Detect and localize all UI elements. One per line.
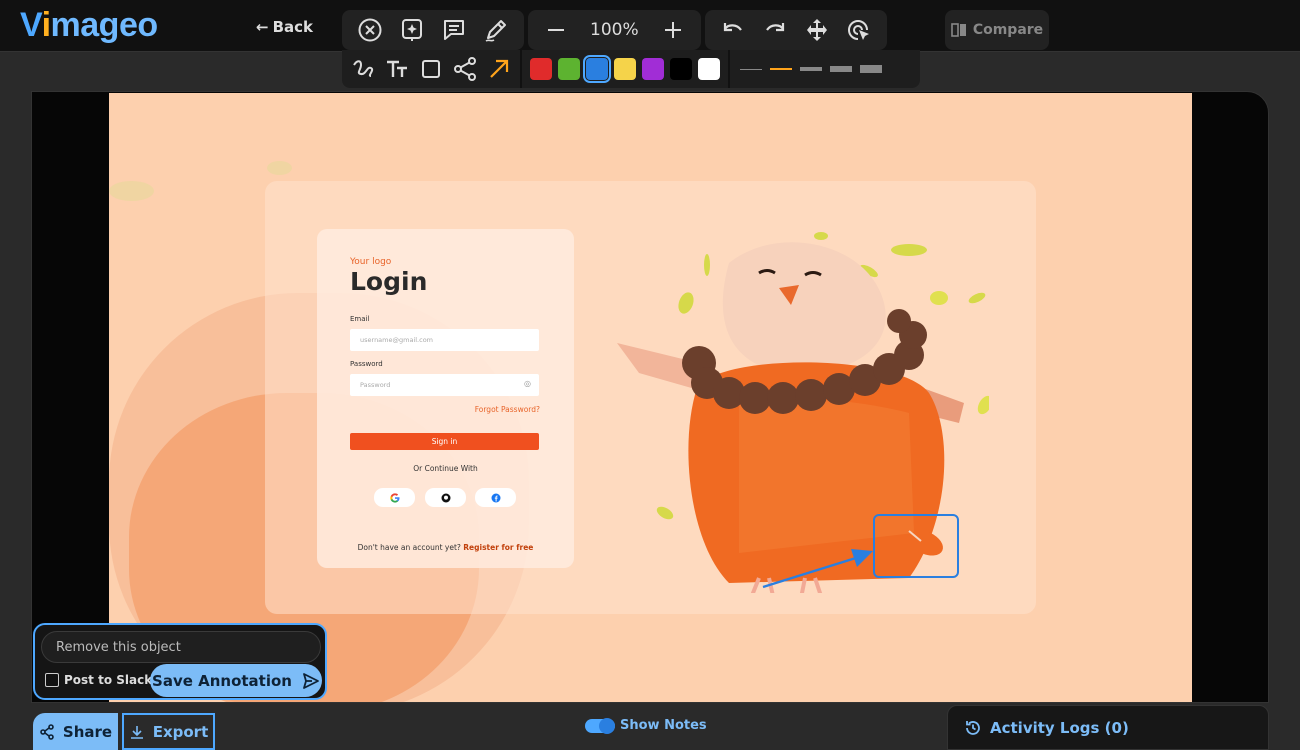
email-field: username@gmail.com (350, 329, 539, 351)
annotation-toolbar: 100% (342, 10, 887, 50)
password-field: Password ◎ (350, 374, 539, 396)
checkbox[interactable] (45, 673, 59, 687)
magic-add-icon[interactable] (394, 12, 430, 48)
compare-icon (951, 23, 966, 37)
app-logo[interactable]: Vimageo (20, 6, 158, 45)
stroke-width-option[interactable] (800, 67, 822, 71)
stroke-width-option[interactable] (740, 68, 762, 70)
color-swatches (522, 50, 730, 88)
screenshot-image: Your logo Login Email username@gmail.com… (109, 93, 1192, 702)
stroke-width-option[interactable] (860, 65, 882, 73)
color-swatch[interactable] (530, 58, 552, 80)
annotated-object (908, 530, 943, 556)
note-panel: Remove this object Post to Slack Save An… (33, 623, 327, 700)
history-icon (966, 720, 980, 735)
color-swatch[interactable] (698, 58, 720, 80)
arrow-icon[interactable] (484, 51, 514, 87)
password-label: Password (350, 360, 383, 368)
facebook-button (475, 488, 516, 507)
color-swatch[interactable] (642, 58, 664, 80)
zoom-in-button[interactable] (655, 12, 691, 48)
save-annotation-button[interactable]: Save Annotation (150, 664, 322, 697)
share-button[interactable]: Share (33, 713, 118, 750)
export-button[interactable]: Export (122, 713, 215, 750)
activity-logs-button[interactable]: Activity Logs (0) (947, 705, 1269, 750)
history-group (704, 10, 887, 50)
email-label: Email (350, 315, 370, 323)
arrow-left-icon: ← (256, 18, 269, 36)
or-continue-text: Or Continue With (413, 464, 478, 473)
share-icon (40, 723, 54, 740)
download-icon (130, 725, 143, 739)
show-notes-toggle[interactable]: Show Notes (585, 717, 707, 734)
stroke-width-options (730, 65, 882, 73)
login-title: Login (350, 267, 428, 296)
forgot-password-link: Forgot Password? (474, 405, 540, 414)
google-button (374, 488, 415, 507)
signin-button: Sign in (350, 433, 539, 450)
color-swatch[interactable] (670, 58, 692, 80)
stroke-width-option[interactable] (830, 66, 852, 72)
connector-icon[interactable] (450, 51, 480, 87)
google-icon (389, 492, 399, 503)
text-icon[interactable] (382, 51, 412, 87)
your-logo-text: Your logo (350, 257, 392, 267)
background-leaf (267, 161, 292, 175)
compare-button[interactable]: Compare (945, 10, 1049, 50)
note-input[interactable]: Remove this object (41, 631, 321, 663)
color-swatch[interactable] (583, 55, 611, 83)
register-text: Don't have an account yet? Register for … (357, 543, 534, 552)
rectangle-icon[interactable] (416, 51, 446, 87)
back-button[interactable]: ← Back (256, 18, 313, 36)
undo-icon[interactable] (715, 12, 751, 48)
post-to-slack-checkbox[interactable]: Post to Slack (45, 673, 152, 687)
move-icon[interactable] (799, 12, 835, 48)
facebook-icon (491, 493, 500, 502)
login-card: Your logo Login Email username@gmail.com… (317, 229, 574, 568)
toggle-switch[interactable] (585, 717, 615, 734)
zoom-level: 100% (590, 20, 639, 40)
send-icon (303, 672, 319, 689)
shape-tools (348, 50, 522, 88)
github-button (425, 488, 466, 507)
annotation-arrow[interactable] (759, 543, 879, 593)
comment-icon[interactable] (436, 12, 472, 48)
eye-off-icon: ◎ (524, 379, 531, 388)
color-swatch[interactable] (558, 58, 580, 80)
stroke-width-option[interactable] (770, 68, 792, 70)
shape-color-toolbar (342, 50, 920, 88)
bird-head (722, 242, 886, 373)
color-swatch[interactable] (614, 58, 636, 80)
background-leaf (109, 181, 154, 201)
close-circle-icon[interactable] (352, 12, 388, 48)
freehand-icon[interactable] (348, 51, 378, 87)
pointer-click-icon[interactable] (841, 12, 877, 48)
zoom-group: 100% (528, 10, 701, 50)
top-bar: Vimageo ← Back 100% Compare (0, 0, 1300, 52)
annotation-canvas[interactable]: Your logo Login Email username@gmail.com… (31, 91, 1269, 703)
tool-group-main (342, 10, 524, 50)
pen-edit-icon[interactable] (478, 12, 514, 48)
redo-icon[interactable] (757, 12, 793, 48)
zoom-out-button[interactable] (538, 12, 574, 48)
github-icon (441, 493, 450, 502)
